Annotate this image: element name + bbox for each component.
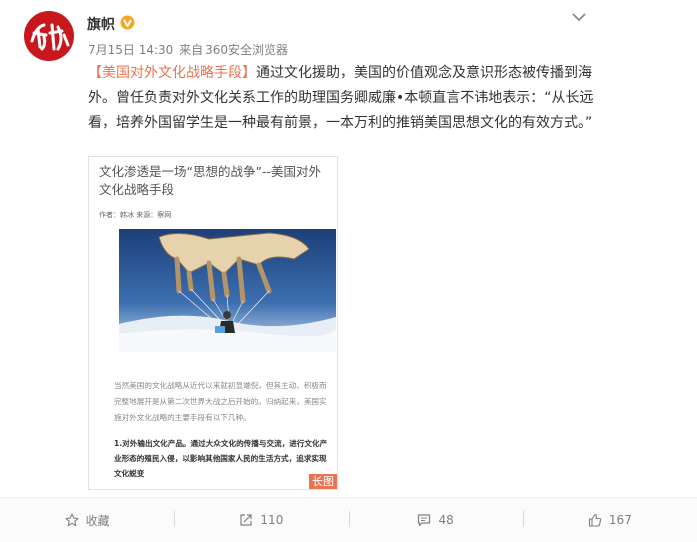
thumbnail-body-text: 当然美国的文化战略从近代以来就初显端倪，但其主动、积极而完整地展开是从第二次世界… <box>114 381 327 422</box>
repost-icon <box>240 514 253 526</box>
comment-count: 48 <box>438 513 454 527</box>
username[interactable]: 旗帜 <box>87 14 115 34</box>
like-count: 167 <box>608 513 632 527</box>
favorite-button[interactable]: 收藏 <box>0 498 174 542</box>
repost-button[interactable]: 110 <box>174 498 348 542</box>
thumbnail-title: 文化渗透是一场“思想的战争”--美国对外文化战略手段 <box>99 164 321 197</box>
long-image-badge: 长图 <box>309 474 337 489</box>
topic-link[interactable]: 【美国对外文化战略手段】 <box>88 65 256 81</box>
post-timestamp[interactable]: 7月15日 14:30 <box>88 43 173 57</box>
weibo-post-card: 旗帜 7月15日 14:30 来自 360安全浏览器 【美国对外文化战略手段】通过… <box>0 0 697 542</box>
action-bar: 收藏 110 48 167 <box>0 497 697 542</box>
repost-count: 110 <box>260 513 284 527</box>
comment-button[interactable]: 48 <box>348 498 523 542</box>
verified-badge-icon <box>120 15 135 30</box>
avatar[interactable] <box>24 11 74 61</box>
source-prefix: 来自 <box>179 43 204 57</box>
thumbnail-bold-text: 1.对外输出文化产品。通过大众文化的传播与交流，进行文化产业形态的殖民入侵，以影… <box>114 439 328 478</box>
post-text: 【美国对外文化战略手段】通过文化援助，美国的价值观念及意识形态被传播到海外。曾任… <box>88 61 603 136</box>
avatar-logo <box>30 23 70 51</box>
post-meta: 7月15日 14:30 来自 360安全浏览器 <box>88 41 290 58</box>
star-icon <box>65 513 79 527</box>
chevron-down-icon[interactable] <box>570 10 588 24</box>
source-link[interactable]: 360安全浏览器 <box>205 43 288 57</box>
thumbnail-author: 作者：韩冰 来源：察网 <box>99 211 172 219</box>
thumbs-up-icon <box>588 513 602 527</box>
puppet-hands-illustration <box>119 229 336 352</box>
favorite-label: 收藏 <box>85 513 110 528</box>
comment-icon <box>418 514 431 527</box>
long-image-thumbnail[interactable]: 文化渗透是一场“思想的战争”--美国对外文化战略手段 作者：韩冰 来源：察网 当… <box>88 156 338 490</box>
like-button[interactable]: 167 <box>522 498 697 542</box>
